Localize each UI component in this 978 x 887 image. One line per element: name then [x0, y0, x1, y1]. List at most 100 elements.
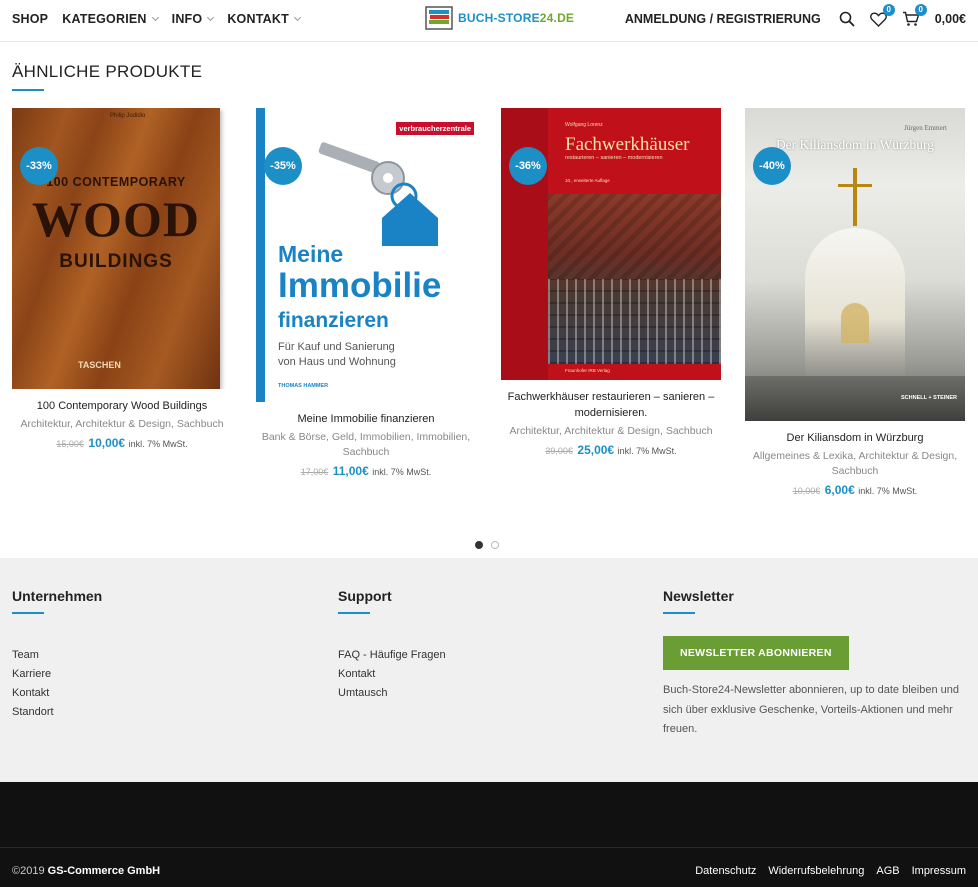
title-underline — [12, 89, 44, 91]
nav-kategorien[interactable]: KATEGORIEN — [62, 12, 159, 26]
carousel-dot-1[interactable] — [475, 541, 483, 549]
site-logo[interactable]: BUCH-STORE24.DE — [425, 5, 574, 31]
nav-shop[interactable]: SHOP — [12, 12, 48, 26]
nav-kontakt[interactable]: KONTAKT — [227, 12, 301, 26]
nav-info[interactable]: INFO — [171, 12, 215, 26]
copyright-company: GS-Commerce GmbH — [47, 865, 161, 877]
carousel-dot-2[interactable] — [491, 541, 499, 549]
footer-link-team[interactable]: Team — [12, 646, 102, 665]
bottom-bar: ©2019 GS-Commerce GmbH Datenschutz Wider… — [0, 782, 978, 887]
cover-title-line3: finanzieren — [278, 309, 389, 332]
book-stack-icon — [425, 5, 455, 31]
login-register-link[interactable]: ANMELDUNG / REGISTRIERUNG — [625, 12, 821, 26]
cover-title-line1: Meine — [278, 241, 344, 267]
legal-link-impressum[interactable]: Impressum — [912, 865, 966, 877]
footer-links: FAQ - Häufige Fragen Kontakt Umtausch — [338, 646, 446, 703]
product-price: 10,00€ 6,00€ inkl. 7% MwSt. — [745, 483, 965, 497]
footer-link-karriere[interactable]: Karriere — [12, 665, 102, 684]
cover-subtitle-line1: Für Kauf und Sanierung — [278, 341, 395, 353]
sale-price: 6,00€ — [824, 483, 855, 497]
footer-col-unternehmen: Unternehmen Team Karriere Kontakt Stando… — [12, 588, 102, 722]
legal-link-datenschutz[interactable]: Datenschutz — [695, 865, 756, 877]
cover-subtitle: Für Kauf und Sanierung von Haus und Wohnu… — [278, 340, 396, 370]
chevron-down-icon — [293, 13, 301, 22]
cart-button[interactable]: 0 — [901, 4, 927, 29]
footer-link-kontakt[interactable]: Kontakt — [12, 684, 102, 703]
logo-text-domain: 24.DE — [539, 11, 575, 25]
newsletter-subscribe-button[interactable]: NEWSLETTER ABONNIEREN — [663, 636, 849, 670]
cover-photo — [548, 194, 721, 364]
product-price: 15,00€ 10,00€ inkl. 7% MwSt. — [12, 436, 232, 450]
cover-author: THOMAS HAMMER — [278, 383, 329, 389]
search-icon[interactable] — [837, 9, 857, 29]
legal-link-agb[interactable]: AGB — [876, 865, 899, 877]
footer-col-support: Support FAQ - Häufige Fragen Kontakt Umt… — [338, 588, 446, 703]
cover-altar — [841, 303, 869, 343]
footer-link-faq[interactable]: FAQ - Häufige Fragen — [338, 646, 446, 665]
legal-links: Datenschutz Widerrufsbelehrung AGB Impre… — [695, 865, 966, 877]
copyright-year: ©2019 — [12, 865, 45, 877]
product-image[interactable]: verbraucherzentrale Meine Immobilie fina… — [256, 108, 476, 402]
product-image[interactable]: Jürgen Emmert Der Kiliansdom in Würzburg… — [745, 108, 965, 421]
section-title: ÄHNLICHE PRODUKTE — [12, 62, 203, 81]
product-categories[interactable]: Architektur, Architektur & Design, Sachb… — [501, 424, 721, 439]
sale-price: 10,00€ — [88, 436, 126, 450]
footer-heading: Newsletter — [663, 588, 734, 604]
nav-info-label: INFO — [171, 12, 203, 26]
old-price: 15,00€ — [56, 439, 84, 449]
product-price: 17,00€ 11,00€ inkl. 7% MwSt. — [256, 464, 476, 478]
product-name[interactable]: 100 Contemporary Wood Buildings — [12, 398, 232, 414]
product-card: Philip Jodidio 100 CONTEMPORARY WOOD BUI… — [12, 108, 232, 450]
newsletter-description: Buch-Store24-Newsletter abonnieren, up t… — [663, 684, 959, 735]
bottom-bar-divider — [0, 847, 978, 848]
cover-subtitle: restaurieren – sanieren – modernisieren — [565, 155, 663, 161]
footer-heading-underline — [663, 612, 695, 614]
old-price: 39,00€ — [545, 446, 573, 456]
product-name[interactable]: Der Kiliansdom in Würzburg — [745, 430, 965, 446]
cover-author: Wolfgang Lorenz — [565, 122, 603, 128]
cover-title: Fachwerkhäuser — [565, 134, 690, 155]
discount-badge: -33% — [20, 147, 58, 185]
cover-subtitle-line2: von Haus und Wohnung — [278, 356, 396, 368]
cover-edition: 10., erweiterte Auflage — [565, 178, 610, 183]
footer-heading-underline — [12, 612, 44, 614]
footer-link-kontakt[interactable]: Kontakt — [338, 665, 446, 684]
footer-heading: Support — [338, 588, 392, 604]
product-price: 39,00€ 25,00€ inkl. 7% MwSt. — [501, 443, 721, 457]
product-image[interactable]: Philip Jodidio 100 CONTEMPORARY WOOD BUI… — [12, 108, 232, 389]
sale-price: 11,00€ — [332, 464, 369, 478]
cart-total[interactable]: 0,00€ — [935, 12, 966, 26]
product-categories[interactable]: Architektur, Architektur & Design, Sachb… — [12, 417, 232, 432]
footer-link-standort[interactable]: Standort — [12, 703, 102, 722]
cart-count-badge: 0 — [914, 4, 927, 16]
wishlist-button[interactable]: 0 — [869, 4, 895, 29]
discount-badge: -35% — [264, 147, 302, 185]
main-nav: SHOP KATEGORIEN INFO KONTAKT — [12, 0, 301, 38]
footer-col-newsletter: Newsletter NEWSLETTER ABONNIEREN Buch-St… — [663, 588, 968, 740]
product-categories[interactable]: Allgemeines & Lexika, Architektur & Desi… — [745, 449, 965, 479]
logo-text: BUCH-STORE24.DE — [458, 11, 574, 25]
wishlist-count-badge: 0 — [882, 4, 895, 16]
header-actions: ANMELDUNG / REGISTRIERUNG 0 0 0,00€ — [625, 0, 966, 38]
cover-title-line2: Immobilie — [278, 266, 442, 305]
cover-publisher: SCHNELL + STEINER — [901, 395, 957, 401]
tax-note: inkl. 7% MwSt. — [617, 446, 677, 456]
cover-author: Philip Jodidio — [110, 113, 146, 119]
footer-link-umtausch[interactable]: Umtausch — [338, 684, 446, 703]
product-name[interactable]: Fachwerkhäuser restaurieren – sanieren –… — [501, 389, 721, 421]
product-card: verbraucherzentrale Meine Immobilie fina… — [256, 108, 476, 478]
product-card: Wolfgang Lorenz Fachwerkhäuser restaurie… — [501, 108, 721, 457]
chevron-down-icon — [151, 13, 159, 22]
cover-title-line2: WOOD — [32, 191, 200, 247]
tax-note: inkl. 7% MwSt. — [372, 467, 432, 477]
cover-author: Jürgen Emmert — [904, 124, 947, 132]
nav-shop-label: SHOP — [12, 12, 49, 26]
old-price: 17,00€ — [300, 467, 329, 477]
legal-link-widerrufsbelehrung[interactable]: Widerrufsbelehrung — [768, 865, 864, 877]
cover-title-line3: BUILDINGS — [59, 251, 173, 272]
discount-badge: -40% — [753, 147, 791, 185]
nav-kategorien-label: KATEGORIEN — [62, 12, 147, 26]
product-categories[interactable]: Bank & Börse, Geld, Immobilien, Immobili… — [256, 430, 476, 460]
product-image[interactable]: Wolfgang Lorenz Fachwerkhäuser restaurie… — [501, 108, 721, 380]
product-name[interactable]: Meine Immobilie finanzieren — [256, 411, 476, 427]
